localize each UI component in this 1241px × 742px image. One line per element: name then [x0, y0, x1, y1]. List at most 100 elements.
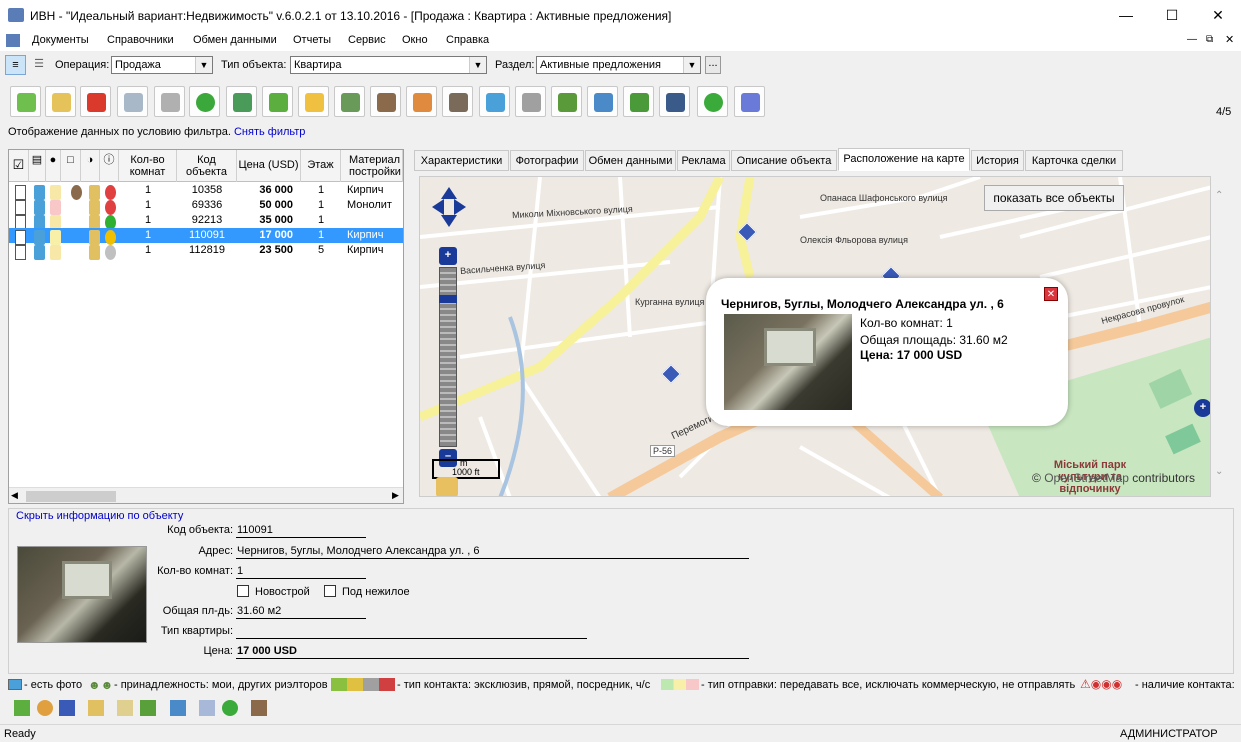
delete-button[interactable] [80, 86, 111, 117]
list-button[interactable] [623, 86, 654, 117]
report-button[interactable] [551, 86, 582, 117]
refresh-button[interactable] [189, 86, 220, 117]
menu-documents[interactable]: Документы [32, 34, 89, 46]
map-view[interactable]: Миколи Міхновського вулиця Опанаса Шафон… [419, 176, 1211, 497]
col-price[interactable]: Цена (USD) [237, 150, 301, 182]
user-icon[interactable] [37, 700, 53, 716]
export-button[interactable] [659, 86, 690, 117]
col-floor[interactable]: Этаж [301, 150, 341, 182]
show-all-objects-button[interactable]: показать все объекты [984, 185, 1124, 211]
remove-filter-link[interactable]: Снять фильтр [234, 126, 305, 138]
operation-select[interactable]: Продажа ▼ [111, 56, 213, 74]
zoom-in-button[interactable]: + [439, 247, 457, 265]
safe-button[interactable] [442, 86, 473, 117]
mdi-close-button[interactable]: ✕ [1225, 33, 1234, 46]
tab-history[interactable]: История [971, 150, 1024, 171]
mail-icon[interactable] [199, 700, 215, 716]
search-object-button[interactable] [226, 86, 257, 117]
table-button[interactable] [334, 86, 365, 117]
zoom-slider-handle[interactable] [439, 295, 457, 303]
pan-left-icon[interactable] [432, 199, 444, 215]
zoom-slider[interactable] [439, 267, 457, 447]
menu-help[interactable]: Справка [446, 34, 489, 46]
osm-link[interactable]: OpenStreetMap [1044, 471, 1129, 485]
copy-button[interactable] [117, 86, 148, 117]
pen-icon[interactable] [88, 700, 104, 716]
scroll-left-arrow[interactable]: ◀ [11, 490, 18, 501]
popup-close-button[interactable]: ✕ [1044, 287, 1058, 301]
door-icon[interactable] [251, 700, 267, 716]
filter-button[interactable] [154, 86, 185, 117]
edit-button[interactable] [45, 86, 76, 117]
street-label: Опанаса Шафонського вулиця [820, 193, 948, 203]
tab-description[interactable]: Описание объекта [731, 150, 837, 171]
scroll-right-arrow[interactable]: ▶ [392, 490, 399, 501]
tab-advertising[interactable]: Реклама [677, 150, 730, 171]
view-list-button[interactable]: ≡ [5, 55, 26, 75]
menu-references[interactable]: Справочники [107, 34, 174, 46]
pan-down-icon[interactable] [441, 215, 457, 227]
tab-map-location[interactable]: Расположение на карте [838, 148, 970, 171]
menu-window[interactable]: Окно [402, 34, 428, 46]
map-expand-button[interactable]: + [1194, 399, 1210, 417]
tab-deal-card[interactable]: Карточка сделки [1025, 150, 1123, 171]
home-button[interactable] [262, 86, 293, 117]
menu-exchange[interactable]: Обмен данными [193, 34, 277, 46]
ok-icon[interactable] [222, 700, 238, 716]
operation-label: Операция: [55, 59, 110, 71]
view-detail-button[interactable]: ☰ [30, 55, 48, 75]
help-button[interactable] [697, 86, 728, 117]
text-tool-icon[interactable] [59, 700, 75, 716]
agent-button[interactable] [370, 86, 401, 117]
select-all-checkbox[interactable]: ☑ [9, 150, 29, 182]
grid-horizontal-scrollbar[interactable]: ◀ ▶ [9, 487, 403, 503]
add-button[interactable] [10, 86, 41, 117]
non-residential-checkbox[interactable] [324, 585, 336, 597]
maximize-button[interactable]: ☐ [1149, 0, 1195, 31]
mdi-minimize-button[interactable]: — [1187, 34, 1197, 45]
pan-up-icon[interactable] [441, 187, 457, 199]
status-user: АДМИНИСТРАТОР [1120, 728, 1218, 740]
house-icon[interactable] [14, 700, 30, 716]
table-row[interactable]: 1 110091 17 000 1 Кирпич [9, 228, 403, 245]
col-code[interactable]: Код объекта [177, 150, 237, 182]
new-building-checkbox[interactable] [237, 585, 249, 597]
row-checkbox[interactable] [15, 245, 26, 260]
pan-right-icon[interactable] [454, 199, 466, 215]
cell-floor: 5 [317, 244, 325, 256]
map-button[interactable] [587, 86, 618, 117]
close-button[interactable]: ✕ [1195, 0, 1241, 31]
tab-characteristics[interactable]: Характеристики [414, 150, 509, 171]
tab-photos[interactable]: Фотографии [510, 150, 584, 171]
network-icon[interactable] [170, 700, 186, 716]
tab-data-exchange[interactable]: Обмен данными [585, 150, 676, 171]
col-rooms[interactable]: Кол-во комнат [119, 150, 177, 182]
photo-button[interactable] [479, 86, 510, 117]
chevron-down-icon[interactable]: ⌄ [1215, 466, 1223, 477]
cell-material: Кирпич [347, 184, 384, 196]
scroll-thumb[interactable] [26, 491, 116, 502]
table-row[interactable]: 1 112819 23 500 5 Кирпич [9, 243, 403, 260]
menu-service[interactable]: Сервис [348, 34, 386, 46]
notes-icon[interactable] [117, 700, 133, 716]
pan-control[interactable] [432, 187, 466, 227]
book-icon[interactable] [140, 700, 156, 716]
print-button[interactable] [515, 86, 546, 117]
table-row[interactable]: 1 69336 50 000 1 Монолит [9, 198, 403, 215]
section-select[interactable]: Активные предложения ▼ [536, 56, 701, 74]
type-select[interactable]: Квартира ▼ [290, 56, 487, 74]
col-material[interactable]: Материал постройки [341, 150, 403, 182]
table-row[interactable]: 1 10358 36 000 1 Кирпич [9, 183, 403, 200]
table-row[interactable]: 1 92213 35 000 1 [9, 213, 403, 230]
menu-reports[interactable]: Отчеты [293, 34, 331, 46]
hide-info-link[interactable]: Скрыть информацию по объекту [16, 510, 183, 522]
folder-button[interactable] [298, 86, 329, 117]
minimize-button[interactable]: — [1103, 0, 1149, 31]
chevron-up-icon[interactable]: ⌃ [1215, 190, 1223, 201]
pan-hand-icon[interactable] [436, 477, 458, 496]
mdi-restore-button[interactable]: ⧉ [1206, 34, 1213, 45]
exit-button[interactable] [734, 86, 765, 117]
deal-button[interactable] [406, 86, 437, 117]
map-vertical-scrollbar[interactable]: ⌃ ⌄ [1212, 176, 1229, 497]
section-more-button[interactable]: ... [705, 56, 721, 74]
